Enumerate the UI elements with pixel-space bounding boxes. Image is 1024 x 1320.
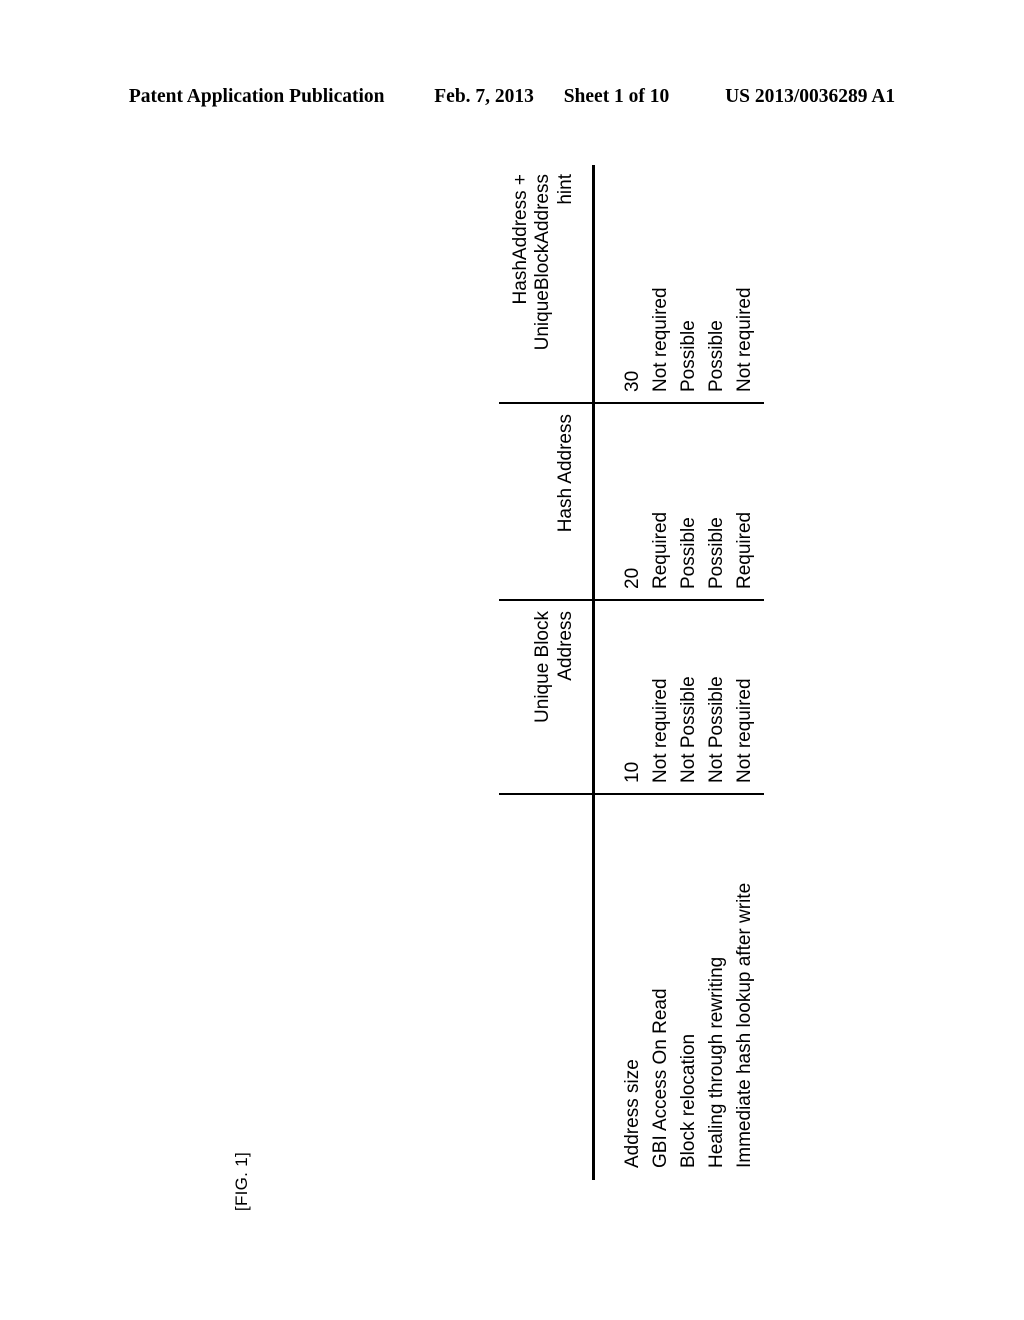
cell-hash-address-hint-healing: Possible xyxy=(706,320,727,392)
table-rule-2 xyxy=(499,793,764,795)
cell-hash-address-hash-lookup: Required xyxy=(734,511,755,589)
cell-hash-address-healing: Possible xyxy=(706,517,727,589)
table-body: Address size GBI Access On Read Block relo… xyxy=(492,160,770,1180)
cell-unique-block-address-gbi-access: Not required xyxy=(650,678,671,783)
cell-hash-address-hint-hash-lookup: Not required xyxy=(734,287,755,392)
cell-hash-address-hint-gbi-access: Not required xyxy=(650,287,671,392)
row-label-hash-lookup: Immediate hash lookup after write xyxy=(734,882,755,1168)
publication-number: US 2013/0036289 A1 xyxy=(725,86,896,107)
page-header: Patent Application Publication Feb. 7, 2… xyxy=(0,86,1024,108)
cell-hash-address-address-size: 20 xyxy=(622,567,643,589)
row-label-healing: Healing through rewriting xyxy=(706,956,727,1168)
figure-1-table: Address size GBI Access On Read Block relo… xyxy=(492,160,770,1180)
cell-unique-block-address-hash-lookup: Not required xyxy=(734,678,755,783)
publication-title: Patent Application Publication xyxy=(128,86,385,107)
cell-unique-block-address-block-relocation: Not Possible xyxy=(678,676,699,783)
column-header-text-unique-block-address: Unique Block Address xyxy=(532,611,577,723)
sheet-number: Sheet 1 of 10 xyxy=(563,86,670,107)
figure-label: [FIG. 1] xyxy=(232,1152,251,1212)
cell-hash-address-gbi-access: Required xyxy=(650,511,671,589)
cell-hash-address-block-relocation: Possible xyxy=(678,517,699,589)
column-header-hash-address-hint: HashAddress + UniqueBlockAddress hint xyxy=(492,174,578,394)
cell-unique-block-address-healing: Not Possible xyxy=(706,676,727,783)
column-header-text-hash-address: Hash Address xyxy=(555,414,577,533)
cell-hash-address-hint-block-relocation: Possible xyxy=(678,320,699,392)
row-label-address-size: Address size xyxy=(622,1059,643,1168)
table-rule-1 xyxy=(499,599,764,601)
row-label-gbi-access: GBI Access On Read xyxy=(650,988,671,1168)
column-header-unique-block-address: Unique Block Address xyxy=(492,611,578,785)
cell-hash-address-hint-address-size: 30 xyxy=(622,370,643,392)
cell-unique-block-address-address-size: 10 xyxy=(622,761,643,783)
table-vertical-rule xyxy=(592,165,595,1180)
row-label-block-relocation: Block relocation xyxy=(678,1033,699,1168)
column-header-text-hash-address-hint: HashAddress + UniqueBlockAddress hint xyxy=(509,174,577,351)
publication-date: Feb. 7, 2013 xyxy=(434,86,534,107)
column-header-hash-address: Hash Address xyxy=(492,414,578,591)
table-rule-0 xyxy=(499,402,764,404)
